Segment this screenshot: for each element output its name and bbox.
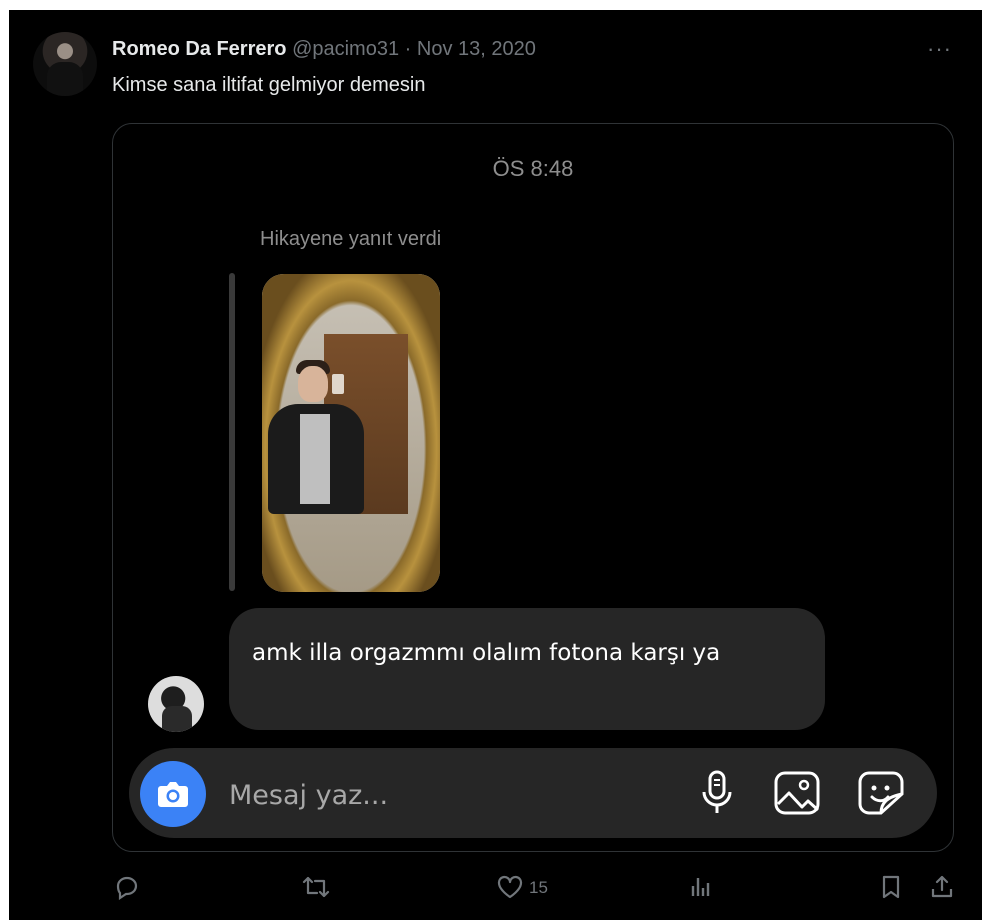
message-time: ÖS 8:48: [492, 156, 574, 181]
author-handle[interactable]: @pacimo31: [292, 38, 399, 60]
like-button[interactable]: [496, 874, 524, 900]
retweet-icon: [302, 876, 330, 898]
tweet-card[interactable]: Romeo Da Ferrero @pacimo31 · Nov 13, 202…: [9, 10, 982, 920]
sender-avatar[interactable]: [148, 676, 204, 732]
bookmark-icon: [882, 875, 900, 899]
gallery-icon[interactable]: [773, 770, 821, 816]
story-reply-caption: Hikayene yanıt verdi: [260, 228, 442, 250]
like-count: 15: [529, 878, 548, 897]
views-button[interactable]: [687, 874, 713, 900]
ellipsis-icon[interactable]: ···: [927, 36, 952, 62]
story-quote-bar: [229, 273, 235, 591]
reply-icon: [116, 876, 138, 900]
header-separator: ·: [404, 38, 412, 60]
microphone-icon[interactable]: [699, 770, 735, 816]
bookmark-button[interactable]: [879, 874, 903, 900]
message-input[interactable]: [227, 774, 651, 816]
tweet-text: Kimse sana iltifat gelmiyor demesin: [112, 74, 426, 96]
heart-icon: [497, 875, 523, 899]
story-thumbnail[interactable]: [262, 274, 440, 592]
message-composer: [129, 748, 937, 838]
camera-icon: [158, 782, 188, 807]
sticker-icon[interactable]: [857, 770, 905, 816]
camera-button[interactable]: [140, 761, 206, 827]
retweet-button[interactable]: [301, 874, 331, 900]
author-name[interactable]: Romeo Da Ferrero: [112, 38, 287, 60]
views-icon: [691, 878, 710, 896]
tweet-actions: 15: [9, 868, 982, 908]
tweet-header: Romeo Da Ferrero @pacimo31 · Nov 13, 202…: [112, 38, 536, 61]
message-bubble: amk illa orgazmmı olalım fotona karşı ya: [229, 608, 825, 730]
attached-screenshot[interactable]: ÖS 8:48 Hikayene yanıt verdi amk illa or…: [112, 123, 954, 852]
share-icon: [931, 875, 953, 898]
cropped-page-header: [0, 0, 982, 10]
reply-button[interactable]: [114, 874, 140, 900]
tweet-date[interactable]: Nov 13, 2020: [417, 38, 536, 60]
share-button[interactable]: [929, 874, 955, 900]
author-avatar[interactable]: [33, 32, 97, 96]
message-text: amk illa orgazmmı olalım fotona karşı ya: [252, 640, 721, 666]
